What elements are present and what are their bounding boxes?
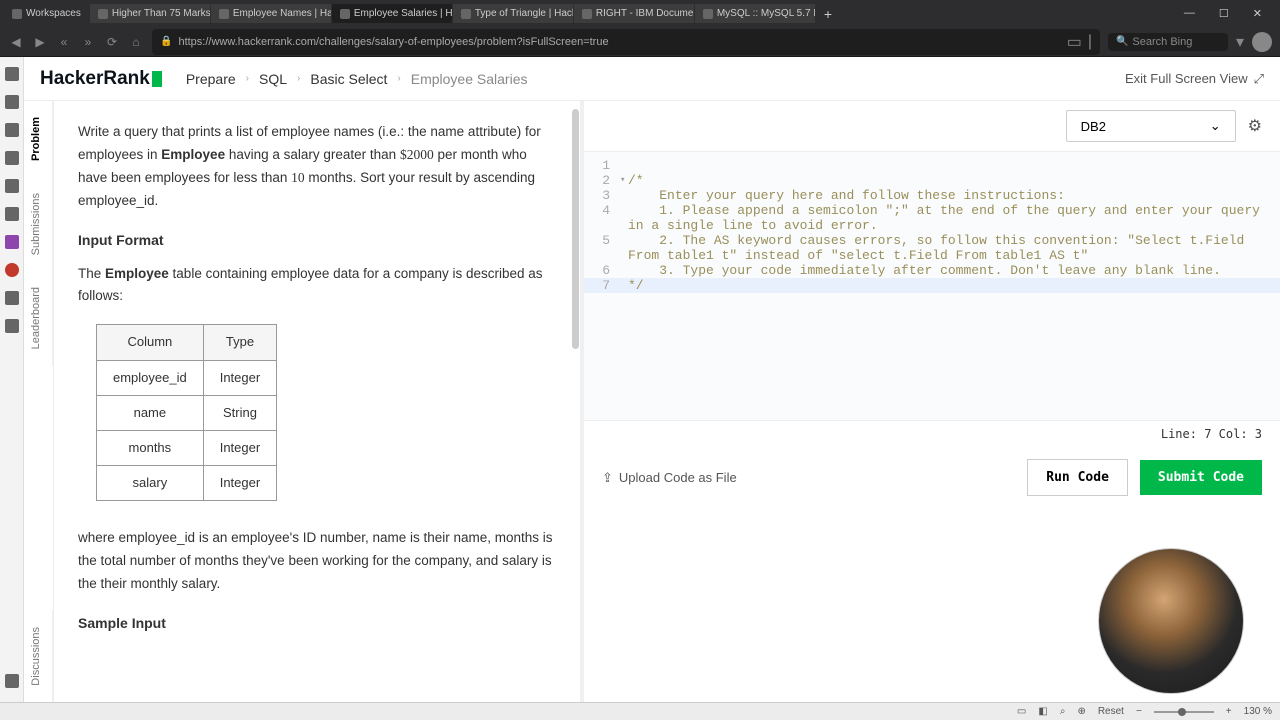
tab-leaderboard[interactable]: Leaderboard xyxy=(24,271,53,365)
editor-actions: ⇪Upload Code as File Run Code Submit Cod… xyxy=(584,447,1280,508)
crumb-basic-select[interactable]: Basic Select xyxy=(310,71,387,87)
editor-toolbar: DB2⌄ ⚙ xyxy=(584,101,1280,151)
chevron-down-icon: ⌄ xyxy=(1210,118,1221,134)
rail-icon-1[interactable] xyxy=(5,67,19,81)
tab-4[interactable]: Type of Triangle | HackerR xyxy=(453,4,573,23)
code-editor[interactable]: 1 2▾/* 3 Enter your query here and follo… xyxy=(584,151,1280,421)
rail-icon-8[interactable] xyxy=(5,263,19,277)
profile-avatar[interactable] xyxy=(1252,32,1272,52)
settings-icon[interactable]: ⚙ xyxy=(1248,116,1262,136)
left-rail xyxy=(0,57,24,702)
rail-icon-2[interactable] xyxy=(5,95,19,109)
language-select[interactable]: DB2⌄ xyxy=(1066,110,1236,142)
rail-icon-5[interactable] xyxy=(5,179,19,193)
reset-button[interactable]: Reset xyxy=(1098,706,1124,717)
tab-2[interactable]: Employee Names | Hacker xyxy=(211,4,331,23)
exit-fullscreen-button[interactable]: Exit Full Screen View⤢ xyxy=(1125,71,1264,87)
tab-1[interactable]: Higher Than 75 Marks | Ha xyxy=(90,4,210,23)
editor-status: Line: 7 Col: 3 xyxy=(584,421,1280,447)
rail-icon-10[interactable] xyxy=(5,319,19,333)
problem-panel: Problem Submissions Leaderboard Discussi… xyxy=(24,101,580,702)
crumb-title: Employee Salaries xyxy=(411,71,528,87)
tab-problem[interactable]: Problem xyxy=(24,101,53,177)
lock-icon: 🔒 xyxy=(160,36,172,47)
browser-nav-bar: ◀ ▶ « » ⟳ ⌂ 🔒 https://www.hackerrank.com… xyxy=(0,27,1280,57)
problem-intro: Write a query that prints a list of empl… xyxy=(78,121,556,213)
rail-settings-icon[interactable] xyxy=(5,674,19,688)
sample-input-heading: Sample Input xyxy=(78,612,556,636)
new-tab-button[interactable]: + xyxy=(816,2,840,26)
home-button[interactable]: ⌂ xyxy=(128,35,144,49)
page-header: HackerRank Prepare› SQL› Basic Select› E… xyxy=(24,57,1280,101)
submit-code-button[interactable]: Submit Code xyxy=(1140,460,1262,495)
browser-tab-bar: Workspaces Higher Than 75 Marks | Ha Emp… xyxy=(0,0,1280,27)
bookmark-icon[interactable]: | xyxy=(1088,33,1092,51)
upload-icon: ⇪ xyxy=(602,470,613,486)
tab-discussions[interactable]: Discussions xyxy=(24,611,53,702)
zoom-level: 130 % xyxy=(1244,706,1272,717)
logo[interactable]: HackerRank xyxy=(40,68,162,90)
side-tabs: Problem Submissions Leaderboard Discussi… xyxy=(24,101,54,702)
status-bar: ▭ ◧ ⌕ ⊕ Reset − + 130 % xyxy=(0,702,1280,720)
rail-icon-3[interactable] xyxy=(5,123,19,137)
sb-icon-1[interactable]: ▭ xyxy=(1017,706,1026,717)
history-back-icon[interactable]: « xyxy=(56,35,72,49)
input-format-desc: The Employee table containing employee d… xyxy=(78,263,556,309)
tab-submissions[interactable]: Submissions xyxy=(24,177,53,271)
scrollbar[interactable] xyxy=(572,109,579,349)
zoom-slider[interactable] xyxy=(1154,711,1214,713)
sb-icon-4[interactable]: ⊕ xyxy=(1077,706,1085,717)
run-code-button[interactable]: Run Code xyxy=(1027,459,1128,496)
url-text: https://www.hackerrank.com/challenges/sa… xyxy=(178,36,1060,48)
address-bar[interactable]: 🔒 https://www.hackerrank.com/challenges/… xyxy=(152,29,1100,55)
tab-workspaces[interactable]: Workspaces xyxy=(4,4,89,23)
page-content: HackerRank Prepare› SQL› Basic Select› E… xyxy=(24,57,1280,702)
rail-icon-6[interactable] xyxy=(5,207,19,221)
reader-icon[interactable]: ▭ xyxy=(1067,32,1082,52)
tab-3[interactable]: Employee Salaries | Hacker xyxy=(332,4,452,23)
search-input[interactable]: Search Bing xyxy=(1108,33,1228,51)
collapse-icon: ⤢ xyxy=(1254,71,1264,87)
webcam-overlay xyxy=(1098,548,1244,694)
close-window-button[interactable]: ✕ xyxy=(1247,5,1268,22)
input-format-heading: Input Format xyxy=(78,229,556,253)
breadcrumb: Prepare› SQL› Basic Select› Employee Sal… xyxy=(186,71,528,87)
downloads-icon[interactable]: ▾ xyxy=(1236,32,1244,52)
rail-icon-7[interactable] xyxy=(5,235,19,249)
maximize-button[interactable]: ☐ xyxy=(1213,5,1235,22)
reload-button[interactable]: ⟳ xyxy=(104,35,120,49)
sb-icon-3[interactable]: ⌕ xyxy=(1060,706,1066,717)
tab-5[interactable]: RIGHT - IBM Documentatic xyxy=(574,4,694,23)
forward-button[interactable]: ▶ xyxy=(32,35,48,49)
sb-icon-2[interactable]: ◧ xyxy=(1038,706,1047,717)
rail-icon-9[interactable] xyxy=(5,291,19,305)
zoom-out-icon[interactable]: − xyxy=(1136,706,1142,717)
zoom-in-icon[interactable]: + xyxy=(1226,706,1232,717)
crumb-sql[interactable]: SQL xyxy=(259,71,287,87)
minimize-button[interactable]: — xyxy=(1178,5,1201,22)
upload-code-button[interactable]: ⇪Upload Code as File xyxy=(602,470,737,486)
schema-note: where employee_id is an employee's ID nu… xyxy=(78,527,556,596)
history-fwd-icon[interactable]: » xyxy=(80,35,96,49)
schema-table: ColumnType employee_idInteger nameString… xyxy=(96,324,277,500)
problem-body: Write a query that prints a list of empl… xyxy=(54,101,580,702)
tab-6[interactable]: MySQL :: MySQL 5.7 Refere xyxy=(695,4,815,23)
back-button[interactable]: ◀ xyxy=(8,35,24,49)
crumb-prepare[interactable]: Prepare xyxy=(186,71,236,87)
rail-icon-4[interactable] xyxy=(5,151,19,165)
